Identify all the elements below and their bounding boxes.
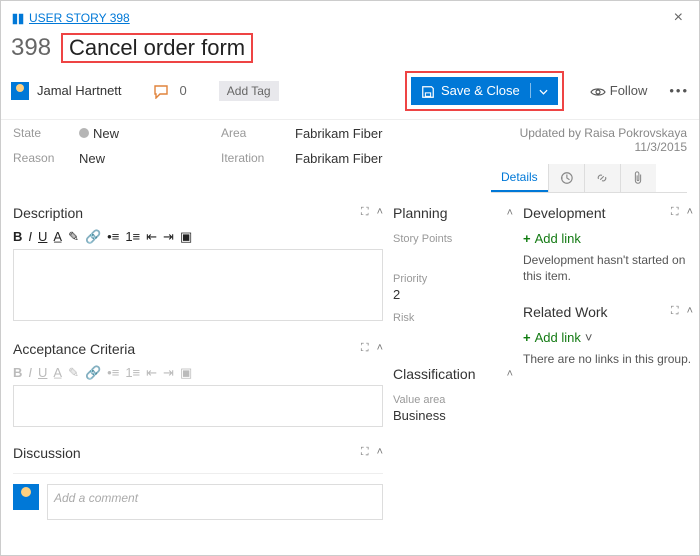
- chevron-up-icon[interactable]: ˄: [507, 368, 513, 380]
- expand-icon[interactable]: ⛶: [361, 206, 369, 219]
- italic-icon[interactable]: I: [28, 365, 32, 380]
- state-label: State: [13, 126, 61, 140]
- indent-icon[interactable]: ⇥: [163, 229, 174, 245]
- tab-attachments[interactable]: [620, 164, 656, 192]
- state-value[interactable]: New: [79, 126, 119, 141]
- number-list-icon[interactable]: 1≡: [125, 365, 140, 380]
- breadcrumb-link[interactable]: USER STORY 398: [29, 11, 130, 25]
- attachment-icon: [632, 171, 644, 185]
- state-dot-icon: [79, 128, 89, 138]
- link-tool-icon[interactable]: 🔗: [85, 229, 101, 245]
- story-points-label: Story Points: [393, 233, 513, 245]
- expand-icon[interactable]: ⛶: [361, 446, 369, 459]
- story-points-value[interactable]: [393, 245, 513, 267]
- description-editor[interactable]: [13, 249, 383, 321]
- tab-history[interactable]: [548, 164, 584, 192]
- title-input[interactable]: Cancel order form: [61, 33, 253, 63]
- bullet-list-icon[interactable]: •≡: [107, 229, 119, 244]
- add-tag-button[interactable]: Add Tag: [219, 81, 279, 101]
- tab-details[interactable]: Details: [491, 164, 548, 192]
- iteration-value[interactable]: Fabrikam Fiber: [295, 151, 382, 166]
- avatar[interactable]: [11, 82, 29, 100]
- number-list-icon[interactable]: 1≡: [125, 229, 140, 244]
- development-empty-text: Development hasn't started on this item.: [523, 252, 693, 284]
- expand-icon[interactable]: ⛶: [671, 305, 679, 318]
- discussion-header: Discussion: [13, 445, 81, 461]
- related-header: Related Work: [523, 304, 608, 320]
- reason-value[interactable]: New: [79, 151, 105, 166]
- chevron-up-icon[interactable]: ˄: [687, 305, 693, 318]
- reason-label: Reason: [13, 151, 61, 165]
- save-dropdown-chevron[interactable]: [530, 83, 548, 98]
- bullet-list-icon[interactable]: •≡: [107, 365, 119, 380]
- follow-label: Follow: [610, 83, 648, 98]
- comments-icon[interactable]: [154, 83, 170, 99]
- clear-format-icon[interactable]: ✎: [68, 229, 79, 245]
- underline-icon[interactable]: U: [38, 365, 47, 380]
- comment-input[interactable]: Add a comment: [47, 484, 383, 520]
- assigned-to[interactable]: Jamal Hartnett: [37, 83, 122, 98]
- acceptance-header: Acceptance Criteria: [13, 341, 135, 357]
- history-icon: [559, 171, 573, 185]
- description-toolbar: B I U A̲ ✎ 🔗 •≡ 1≡ ⇤ ⇥ ▣: [13, 227, 383, 249]
- book-icon: [11, 10, 25, 26]
- save-icon: [421, 83, 435, 99]
- acceptance-toolbar: B I U A̲ ✎ 🔗 •≡ 1≡ ⇤ ⇥ ▣: [13, 363, 383, 385]
- link-icon: [595, 171, 609, 185]
- related-add-link[interactable]: + Add link ˅: [523, 330, 592, 345]
- expand-icon[interactable]: ⛶: [671, 206, 679, 219]
- close-icon[interactable]: ×: [668, 7, 689, 29]
- area-label: Area: [221, 126, 277, 140]
- image-icon[interactable]: ▣: [180, 229, 192, 245]
- bold-icon[interactable]: B: [13, 229, 22, 244]
- chevron-up-icon[interactable]: ˄: [377, 206, 383, 219]
- chevron-up-icon[interactable]: ˄: [377, 446, 383, 459]
- font-color-icon[interactable]: A̲: [53, 229, 62, 244]
- outdent-icon[interactable]: ⇤: [146, 365, 157, 381]
- description-header: Description: [13, 205, 83, 221]
- clear-format-icon[interactable]: ✎: [68, 365, 79, 381]
- underline-icon[interactable]: U: [38, 229, 47, 244]
- link-tool-icon[interactable]: 🔗: [85, 365, 101, 381]
- chevron-up-icon[interactable]: ˄: [507, 207, 513, 219]
- priority-value[interactable]: 2: [393, 287, 513, 302]
- plus-icon: +: [523, 330, 531, 345]
- work-item-id: 398: [11, 34, 51, 62]
- chevron-down-icon: ˅: [585, 330, 593, 345]
- outdent-icon[interactable]: ⇤: [146, 229, 157, 245]
- updated-by: Updated by Raisa Pokrovskaya 11/3/2015: [469, 126, 687, 154]
- bold-icon[interactable]: B: [13, 365, 22, 380]
- save-and-close-button[interactable]: Save & Close: [411, 77, 558, 105]
- save-label: Save & Close: [441, 83, 520, 98]
- development-add-link[interactable]: + Add link: [523, 231, 581, 246]
- risk-label: Risk: [393, 312, 513, 324]
- priority-label: Priority: [393, 273, 513, 285]
- risk-value[interactable]: [393, 324, 513, 342]
- comment-count: 0: [180, 83, 187, 98]
- more-actions-button[interactable]: •••: [669, 83, 689, 98]
- indent-icon[interactable]: ⇥: [163, 365, 174, 381]
- development-header: Development: [523, 205, 606, 221]
- follow-button[interactable]: Follow: [590, 83, 648, 98]
- acceptance-editor[interactable]: [13, 385, 383, 427]
- plus-icon: +: [523, 231, 531, 246]
- area-value[interactable]: Fabrikam Fiber: [295, 126, 382, 141]
- value-area-label: Value area: [393, 394, 513, 406]
- chevron-up-icon[interactable]: ˄: [687, 206, 693, 219]
- planning-header: Planning: [393, 205, 448, 221]
- chevron-up-icon[interactable]: ˄: [377, 342, 383, 355]
- avatar: [13, 484, 39, 510]
- value-area-value[interactable]: Business: [393, 408, 513, 423]
- expand-icon[interactable]: ⛶: [361, 342, 369, 355]
- iteration-label: Iteration: [221, 151, 277, 165]
- eye-icon: [590, 83, 606, 98]
- tab-links[interactable]: [584, 164, 620, 192]
- image-icon[interactable]: ▣: [180, 365, 192, 381]
- font-color-icon[interactable]: A̲: [53, 365, 62, 380]
- italic-icon[interactable]: I: [28, 229, 32, 244]
- classification-header: Classification: [393, 366, 475, 382]
- related-empty-text: There are no links in this group.: [523, 351, 693, 367]
